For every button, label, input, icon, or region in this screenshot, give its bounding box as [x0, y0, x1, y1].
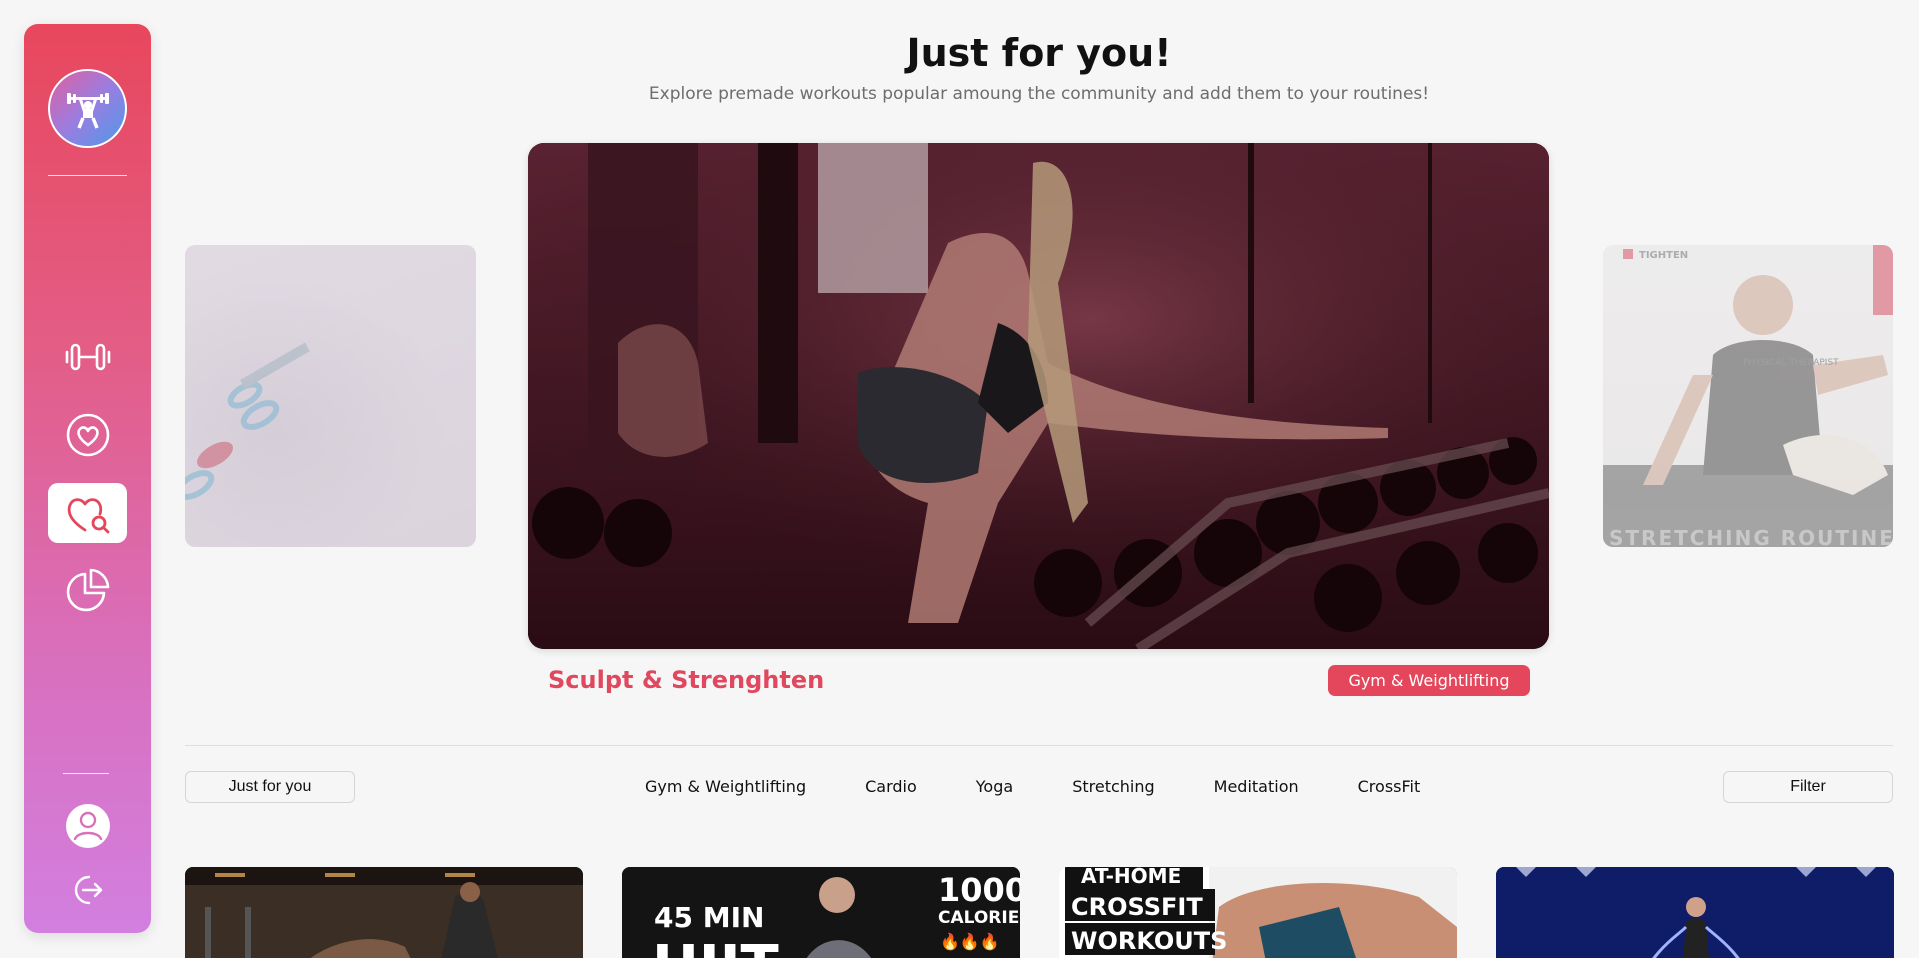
crossfit-line2-text: CROSSFIT [1071, 893, 1203, 921]
tab-crossfit[interactable]: CrossFit [1358, 777, 1421, 796]
carousel-card-previous[interactable] [185, 245, 476, 547]
rope-workout-image [1496, 867, 1894, 958]
nav-workouts[interactable] [48, 327, 127, 387]
dumbbell-icon [65, 343, 110, 371]
next-shirt-text: PHYSICAL THERAPIST [1743, 358, 1839, 368]
hiit-duration-text: 45 MIN [654, 901, 764, 934]
featured-workout-image [528, 143, 1549, 649]
next-title-text: STRETCHING ROUTINE [1609, 526, 1893, 547]
crossfit-line3-text: WORKOUTS [1071, 927, 1227, 955]
carousel-card-next[interactable]: TIGHTEN PHYSICAL THERAPIST STRETCHING RO… [1603, 245, 1893, 547]
weightlifter-icon [66, 92, 109, 129]
workout-card-gym[interactable] [185, 867, 583, 958]
nav-stats[interactable] [48, 560, 127, 620]
crossfit-workout-image: AT-HOME CROSSFIT WORKOUTS [1059, 867, 1457, 958]
page-subtitle: Explore premade workouts popular amoung … [648, 84, 1430, 104]
tab-meditation[interactable]: Meditation [1214, 777, 1299, 796]
pie-chart-icon [66, 568, 109, 612]
section-divider [185, 745, 1893, 746]
featured-category-badge: Gym & Weightlifting [1328, 665, 1530, 696]
page-title: Just for you! [906, 31, 1172, 75]
nav-discover[interactable] [48, 483, 127, 543]
app-logo[interactable] [48, 69, 127, 148]
nav-profile[interactable] [48, 796, 127, 856]
heart-search-icon [67, 498, 109, 534]
filter-button[interactable]: Filter [1723, 771, 1893, 803]
previous-workout-image [185, 342, 310, 500]
hiit-title-text: HIIT [652, 934, 779, 958]
next-workout-image: TIGHTEN PHYSICAL THERAPIST STRETCHING RO… [1603, 245, 1893, 547]
next-brand-text: TIGHTEN [1639, 250, 1688, 261]
workout-card-crossfit[interactable]: AT-HOME CROSSFIT WORKOUTS [1059, 867, 1457, 958]
sidebar-divider-bottom [63, 773, 109, 774]
hiit-workout-image: 45 MIN HIIT 1000 CALORIES 🔥🔥🔥 [622, 867, 1020, 958]
crossfit-line1-text: AT-HOME [1081, 867, 1181, 888]
workout-card-hiit[interactable]: 45 MIN HIIT 1000 CALORIES 🔥🔥🔥 [622, 867, 1020, 958]
sidebar [24, 24, 151, 933]
workout-card-ropes[interactable] [1496, 867, 1894, 958]
category-tabs: Gym & Weightlifting Cardio Yoga Stretchi… [645, 777, 1420, 796]
featured-workout-title[interactable]: Sculpt & Strenghten [548, 666, 824, 694]
hiit-calories-label: CALORIES [938, 908, 1020, 928]
hiit-calories-number: 1000 [938, 871, 1020, 909]
sidebar-divider-top [48, 175, 127, 176]
nav-logout[interactable] [48, 866, 127, 914]
gym-workout-image [185, 867, 583, 958]
nav-favorites[interactable] [48, 405, 127, 465]
tab-cardio[interactable]: Cardio [865, 777, 917, 796]
carousel-card-featured[interactable] [528, 143, 1549, 649]
tab-yoga[interactable]: Yoga [976, 777, 1013, 796]
heart-circle-icon [66, 413, 109, 457]
fire-icon: 🔥🔥🔥 [940, 932, 1000, 951]
logout-icon [74, 875, 102, 905]
tab-gym-weightlifting[interactable]: Gym & Weightlifting [645, 777, 806, 796]
tab-stretching[interactable]: Stretching [1072, 777, 1154, 796]
just-for-you-button[interactable]: Just for you [185, 771, 355, 803]
user-icon [65, 804, 110, 848]
